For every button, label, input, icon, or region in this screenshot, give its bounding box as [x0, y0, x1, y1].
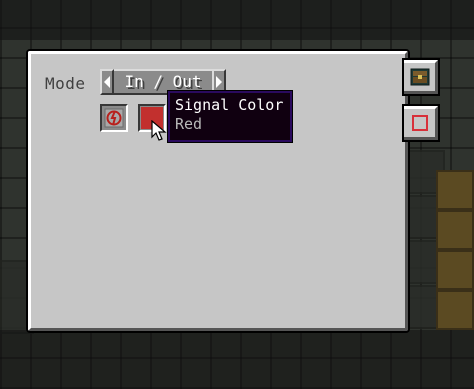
background-machine: [436, 210, 474, 250]
chest-icon: [410, 68, 429, 86]
mode-label: Mode: [45, 74, 86, 93]
redstone-mode-button[interactable]: [100, 104, 128, 132]
arrow-left-icon: [104, 76, 110, 88]
background-machine: [436, 290, 474, 330]
mouse-cursor-icon: [151, 120, 167, 141]
mode-previous-button[interactable]: [100, 69, 114, 95]
background-machine: [436, 170, 474, 210]
background-machine: [436, 250, 474, 290]
signal-color-tooltip: Signal Color Red: [168, 91, 292, 142]
game-scene: Mode In / Out Signal Color Red: [0, 0, 474, 389]
arrow-right-icon: [216, 76, 222, 88]
tooltip-title: Signal Color: [175, 96, 284, 114]
background-floor: [0, 330, 474, 389]
tab-signal-color[interactable]: [404, 106, 438, 140]
redstone-signal-icon: [104, 108, 124, 128]
tooltip-value: Red: [175, 115, 203, 133]
background-shadow: [0, 0, 474, 40]
color-square-icon: [411, 115, 428, 131]
tab-inventory[interactable]: [404, 60, 438, 94]
